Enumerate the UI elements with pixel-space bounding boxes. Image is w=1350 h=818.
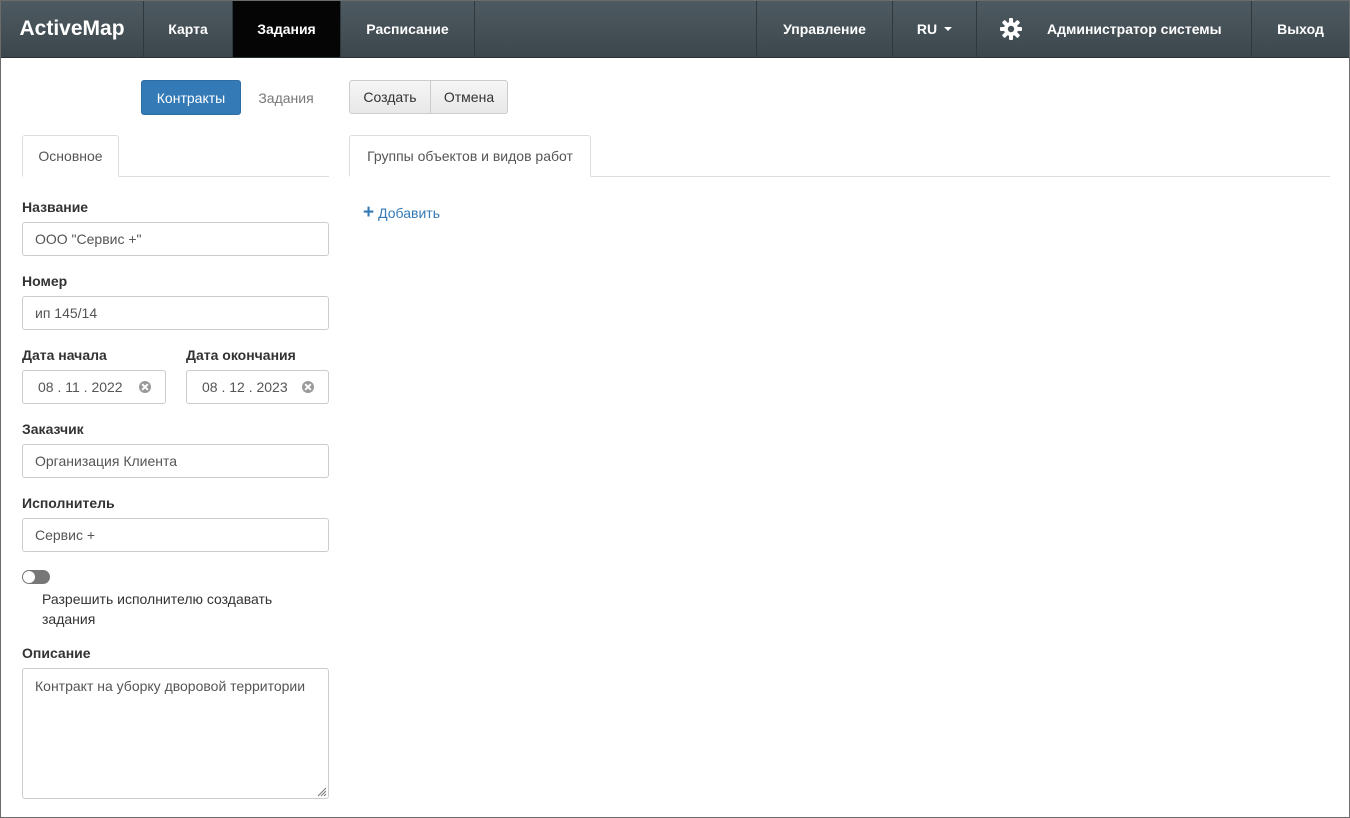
create-button[interactable]: Создать	[350, 81, 430, 113]
plus-icon: +	[363, 202, 375, 223]
name-field[interactable]: ООО "Сервис +"	[22, 222, 329, 256]
contracts-tab-button[interactable]: Контракты	[141, 80, 241, 115]
description-label: Описание	[22, 645, 91, 661]
customer-label: Заказчик	[22, 421, 84, 437]
top-navbar: ActiveMap Карта Задания Расписание Управ…	[1, 1, 1349, 58]
executor-label: Исполнитель	[22, 495, 115, 511]
allow-executor-label: Разрешить исполнителю создавать задания	[42, 591, 273, 627]
start-date-label: Дата начала	[22, 347, 107, 363]
language-dropdown[interactable]: RU	[893, 1, 977, 57]
start-date-value: 08 . 11 . 2022	[38, 379, 123, 395]
clear-icon[interactable]	[302, 381, 314, 393]
gear-icon	[977, 17, 1027, 41]
toggle-knob	[23, 571, 35, 583]
start-date-field[interactable]: 08 . 11 . 2022	[22, 370, 166, 404]
nav-spacer	[475, 1, 757, 57]
customer-field[interactable]: Организация Клиента	[22, 444, 329, 478]
user-name: Администратор системы	[1047, 21, 1222, 37]
name-label: Название	[22, 199, 89, 215]
resize-handle-icon[interactable]	[315, 785, 327, 797]
tasks-tab-button[interactable]: Задания	[249, 80, 323, 115]
number-label: Номер	[22, 273, 68, 289]
app-window: ActiveMap Карта Задания Расписание Управ…	[0, 0, 1350, 818]
user-menu[interactable]: Администратор системы	[977, 1, 1252, 57]
language-label: RU	[916, 21, 938, 37]
cancel-button[interactable]: Отмена	[430, 81, 507, 113]
end-date-label: Дата окончания	[186, 347, 296, 363]
brand-logo[interactable]: ActiveMap	[1, 1, 144, 57]
form-actions: Создать Отмена	[349, 80, 508, 114]
executor-field[interactable]: Сервис +	[22, 518, 329, 552]
caret-down-icon	[944, 27, 953, 31]
number-field[interactable]: ип 145/14	[22, 296, 329, 330]
description-field[interactable]: Контракт на уборку дворовой территории	[22, 668, 329, 799]
add-group-link[interactable]: + Добавить	[363, 202, 440, 223]
nav-management[interactable]: Управление	[757, 1, 893, 57]
description-value: Контракт на уборку дворовой территории	[35, 678, 306, 694]
end-date-value: 08 . 12 . 2023	[202, 379, 288, 395]
clear-icon[interactable]	[139, 381, 151, 393]
tab-object-groups[interactable]: Группы объектов и видов работ	[349, 135, 591, 177]
nav-tasks[interactable]: Задания	[233, 1, 341, 57]
logout-button[interactable]: Выход	[1252, 1, 1349, 57]
allow-executor-toggle[interactable]	[22, 570, 50, 584]
tab-main[interactable]: Основное	[22, 135, 119, 177]
end-date-field[interactable]: 08 . 12 . 2023	[186, 370, 329, 404]
nav-schedule[interactable]: Расписание	[341, 1, 475, 57]
nav-map[interactable]: Карта	[144, 1, 233, 57]
add-link-label: Добавить	[378, 205, 440, 221]
